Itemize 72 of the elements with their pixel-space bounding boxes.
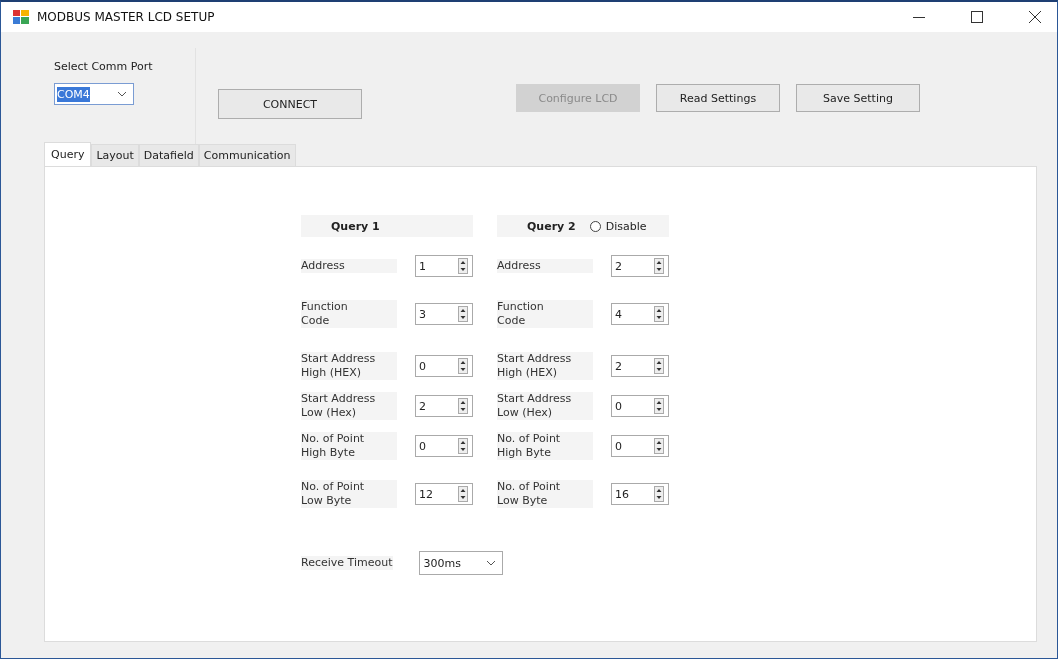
spinner-value: 2 — [615, 259, 622, 273]
spinner-value: 4 — [615, 307, 622, 321]
spinner-value: 0 — [615, 439, 622, 453]
radio-label: Disable — [605, 219, 647, 233]
field-label: Start Address Low (Hex) — [497, 392, 593, 420]
numeric-spinner[interactable]: 2 — [611, 255, 669, 277]
action-button[interactable]: Save Setting — [796, 84, 920, 112]
query-title: Query 2 — [527, 219, 576, 233]
disable-radio[interactable]: Disable — [589, 219, 647, 233]
numeric-spinner[interactable]: 0 — [611, 395, 669, 417]
field-label: No. of Point High Byte — [301, 432, 397, 460]
field-label: Address — [497, 259, 593, 273]
spinner-value: 2 — [615, 359, 622, 373]
up-down-arrows-icon[interactable] — [654, 398, 664, 414]
tab[interactable]: Datafield — [138, 144, 199, 166]
numeric-spinner[interactable]: 0 — [611, 435, 669, 457]
spinner-value: 0 — [419, 439, 426, 453]
numeric-spinner[interactable]: 2 — [611, 355, 669, 377]
comm-port-dropdown[interactable]: COM4 — [54, 83, 134, 105]
app-icon — [13, 10, 29, 24]
field-label: No. of Point Low Byte — [497, 480, 593, 508]
field-label: Function Code — [301, 300, 397, 328]
up-down-arrows-icon[interactable] — [654, 358, 664, 374]
numeric-spinner[interactable]: 1 — [415, 255, 473, 277]
up-down-arrows-icon[interactable] — [458, 306, 468, 322]
spinner-value: 12 — [419, 487, 433, 501]
spinner-value: 16 — [615, 487, 629, 501]
tab[interactable]: Layout — [91, 144, 139, 166]
numeric-spinner[interactable]: 0 — [415, 435, 473, 457]
up-down-arrows-icon[interactable] — [458, 258, 468, 274]
numeric-spinner[interactable]: 16 — [611, 483, 669, 505]
up-down-arrows-icon[interactable] — [458, 486, 468, 502]
spinner-value: 1 — [419, 259, 426, 273]
field-label: Address — [301, 259, 397, 273]
numeric-spinner[interactable]: 4 — [611, 303, 669, 325]
receive-timeout-value: 300ms — [423, 556, 461, 570]
up-down-arrows-icon[interactable] — [458, 398, 468, 414]
up-down-arrows-icon[interactable] — [654, 438, 664, 454]
numeric-spinner[interactable]: 12 — [415, 483, 473, 505]
spinner-value: 0 — [615, 399, 622, 413]
tab[interactable]: Communication — [198, 144, 296, 166]
up-down-arrows-icon[interactable] — [458, 358, 468, 374]
chevron-down-icon — [117, 91, 127, 97]
comm-port-value: COM4 — [57, 86, 90, 102]
spinner-value: 0 — [419, 359, 426, 373]
chevron-down-icon — [485, 560, 496, 566]
action-button[interactable]: CONNECT — [218, 89, 362, 119]
field-label: Start Address High (HEX) — [301, 352, 397, 380]
spinner-value: 3 — [419, 307, 426, 321]
field-label: Start Address Low (Hex) — [301, 392, 397, 420]
tab[interactable]: Query — [44, 142, 92, 166]
up-down-arrows-icon[interactable] — [654, 486, 664, 502]
query-title: Query 1 — [331, 219, 380, 233]
field-label: No. of Point High Byte — [497, 432, 593, 460]
field-label: No. of Point Low Byte — [301, 480, 397, 508]
window-title: MODBUS MASTER LCD SETUP — [37, 10, 215, 24]
up-down-arrows-icon[interactable] — [458, 438, 468, 454]
numeric-spinner[interactable]: 3 — [415, 303, 473, 325]
receive-timeout-label: Receive Timeout — [301, 556, 393, 570]
numeric-spinner[interactable]: 0 — [415, 355, 473, 377]
field-label: Start Address High (HEX) — [497, 352, 593, 380]
close-icon[interactable] — [1029, 11, 1041, 23]
up-down-arrows-icon[interactable] — [654, 306, 664, 322]
spinner-value: 2 — [419, 399, 426, 413]
up-down-arrows-icon[interactable] — [654, 258, 664, 274]
maximize-icon[interactable] — [971, 11, 983, 23]
field-label: Function Code — [497, 300, 593, 328]
numeric-spinner[interactable]: 2 — [415, 395, 473, 417]
action-button[interactable]: Read Settings — [656, 84, 780, 112]
radio-circle[interactable] — [589, 220, 601, 232]
receive-timeout-dropdown[interactable]: 300ms — [418, 551, 503, 575]
comm-port-label: Select Comm Port — [54, 60, 154, 73]
